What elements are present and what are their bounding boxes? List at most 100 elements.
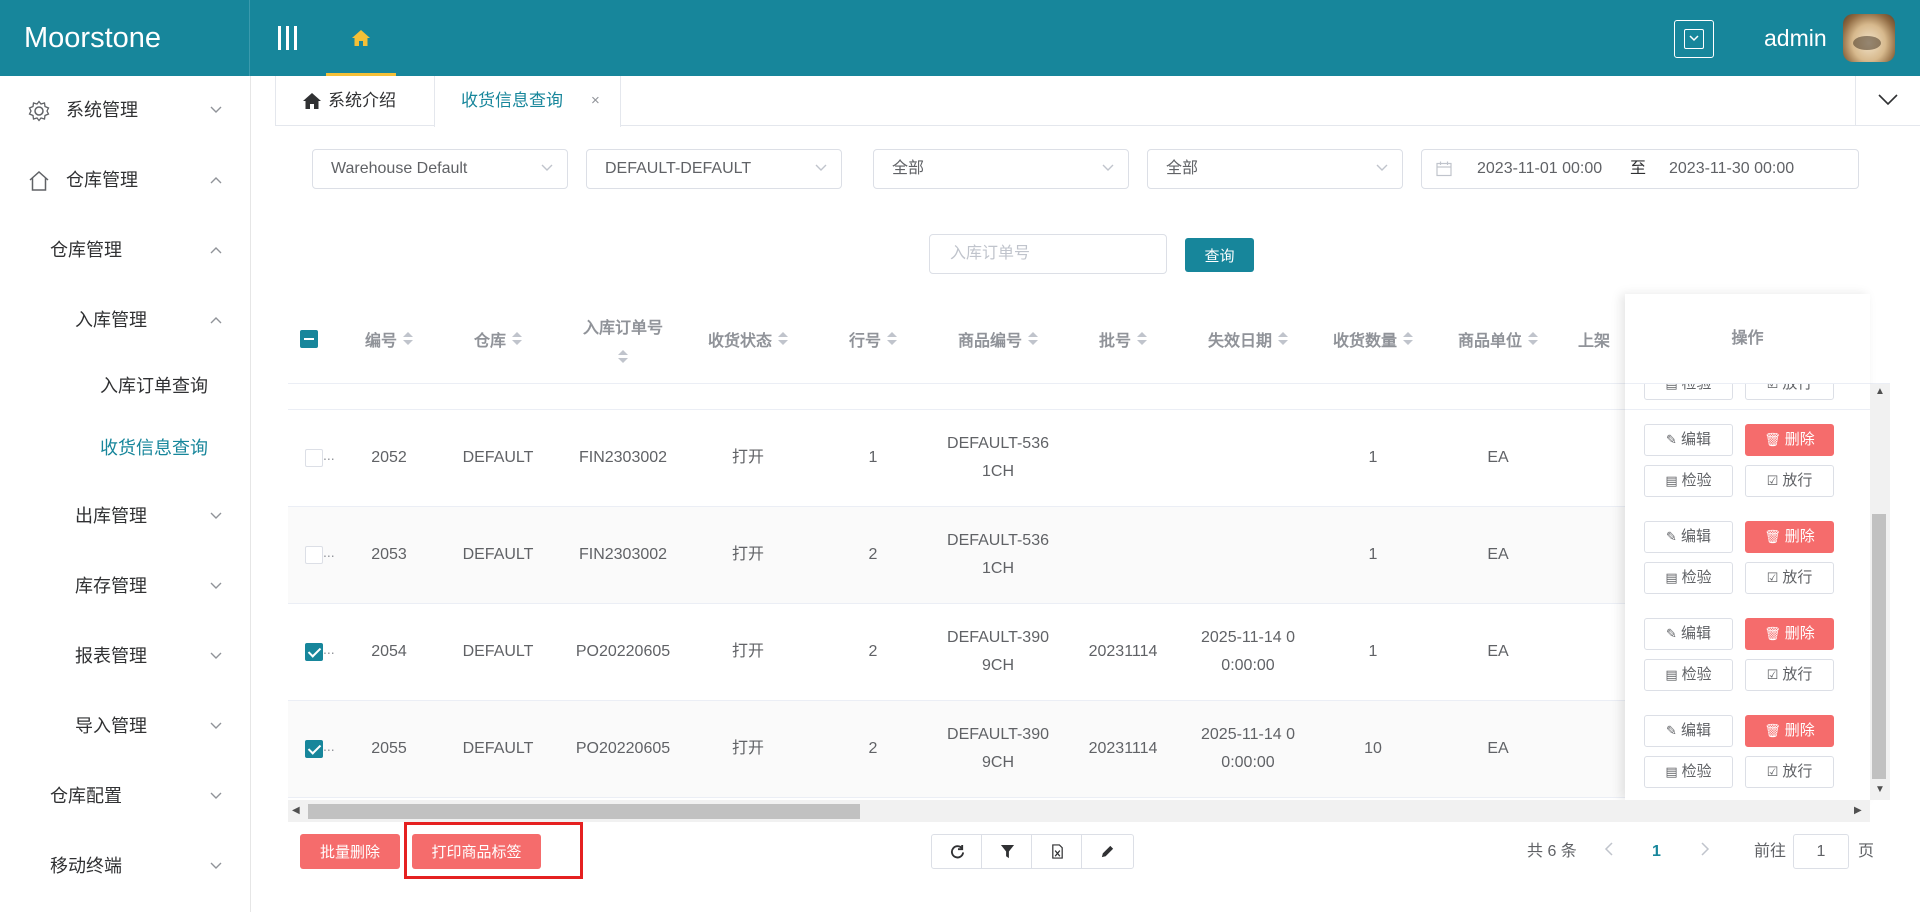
- sort-icon[interactable]: [618, 350, 628, 364]
- col-header-line[interactable]: 行号: [810, 294, 936, 384]
- col-header-unit[interactable]: 商品单位: [1436, 294, 1560, 384]
- scroll-left-icon[interactable]: ◀: [292, 805, 300, 816]
- cell-unit: EA: [1487, 643, 1509, 660]
- edit-columns-button[interactable]: [1082, 835, 1132, 868]
- truncated-text: ...: [323, 641, 335, 657]
- sidebar-item-mobile[interactable]: 移动终端: [0, 846, 250, 886]
- date-range-picker[interactable]: 2023-11-01 00:00 至 2023-11-30 00:00: [1421, 149, 1859, 189]
- user-avatar[interactable]: [1843, 14, 1895, 62]
- delete-button[interactable]: 🗑 删除: [1745, 521, 1834, 553]
- edit-button[interactable]: ✎ 编辑: [1644, 715, 1733, 747]
- row-checkbox[interactable]: [305, 740, 323, 758]
- sort-icon[interactable]: [778, 332, 788, 346]
- close-icon[interactable]: ×: [591, 76, 600, 126]
- col-header-ops: 操作: [1625, 294, 1870, 384]
- edit-button[interactable]: ✎ 编辑: [1644, 521, 1733, 553]
- sku-line: DEFAULT-536: [947, 532, 1049, 549]
- sidebar-toggle-icon[interactable]: [276, 24, 300, 52]
- sort-icon[interactable]: [1528, 332, 1538, 346]
- col-header-qty[interactable]: 收货数量: [1310, 294, 1436, 384]
- col-header-warehouse[interactable]: 仓库: [436, 294, 560, 384]
- dropdown-toggle-button[interactable]: [1674, 20, 1714, 58]
- inspect-button[interactable]: ▤检验: [1644, 384, 1733, 400]
- col-header-expiry[interactable]: 失效日期: [1186, 294, 1310, 384]
- header-label: 仓库: [473, 333, 506, 350]
- scrollbar-thumb[interactable]: [308, 804, 860, 819]
- scroll-down-icon[interactable]: ▼: [1875, 784, 1885, 795]
- query-button[interactable]: 查询: [1185, 238, 1254, 272]
- row-checkbox[interactable]: [305, 449, 323, 467]
- date-end[interactable]: 2023-11-30 00:00: [1669, 150, 1794, 188]
- brand-logo[interactable]: Moorstone: [0, 0, 250, 76]
- sidebar-item-reports[interactable]: 报表管理: [0, 636, 250, 676]
- sort-icon[interactable]: [1137, 332, 1147, 346]
- inspect-button[interactable]: ▤检验: [1644, 756, 1733, 788]
- tab-receipt-query[interactable]: 收货信息查询 ×: [434, 76, 621, 127]
- release-button[interactable]: ☑放行: [1745, 562, 1834, 594]
- bulk-delete-button[interactable]: 批量删除: [300, 834, 400, 869]
- next-page-icon[interactable]: [1700, 834, 1710, 869]
- sidebar-item-warehouse-sub[interactable]: 仓库管理: [0, 230, 250, 270]
- row-checkbox[interactable]: [305, 546, 323, 564]
- owner-select[interactable]: DEFAULT-DEFAULT: [586, 149, 842, 189]
- sidebar-item-inbound[interactable]: 入库管理: [0, 300, 250, 340]
- prev-page-icon[interactable]: [1604, 834, 1614, 869]
- page-number-current[interactable]: 1: [1652, 834, 1661, 869]
- refresh-button[interactable]: [932, 835, 982, 868]
- scrollbar-thumb[interactable]: [1872, 514, 1886, 779]
- col-header-sku[interactable]: 商品编号: [936, 294, 1060, 384]
- sidebar-item-warehouse-config[interactable]: 仓库配置: [0, 776, 250, 816]
- sort-icon[interactable]: [887, 332, 897, 346]
- sidebar-item-system[interactable]: 系统管理: [0, 90, 250, 130]
- sidebar-item-outbound[interactable]: 出库管理: [0, 496, 250, 536]
- delete-button[interactable]: 🗑 删除: [1745, 424, 1834, 456]
- status-select-2[interactable]: 全部: [1147, 149, 1403, 189]
- inspect-button[interactable]: ▤检验: [1644, 465, 1733, 497]
- release-button[interactable]: ☑放行: [1745, 384, 1834, 400]
- select-all-checkbox[interactable]: [300, 330, 318, 348]
- release-button[interactable]: ☑放行: [1745, 465, 1834, 497]
- btn-label: 检验: [1681, 569, 1712, 586]
- delete-button[interactable]: 🗑 删除: [1745, 715, 1834, 747]
- sidebar-item-inbound-order-query[interactable]: 入库订单查询: [0, 366, 250, 406]
- scroll-up-icon[interactable]: ▲: [1875, 386, 1885, 397]
- username[interactable]: admin: [1764, 0, 1827, 76]
- export-excel-button[interactable]: [1032, 835, 1082, 868]
- home-nav-button[interactable]: [326, 0, 396, 76]
- sidebar-item-inventory[interactable]: 库存管理: [0, 566, 250, 606]
- sidebar-item-receipt-query[interactable]: 收货信息查询: [0, 428, 250, 468]
- edit-button[interactable]: ✎ 编辑: [1644, 618, 1733, 650]
- horizontal-scrollbar[interactable]: ◀ ▶: [288, 800, 1870, 822]
- goto-page-input[interactable]: [1793, 834, 1849, 869]
- sort-icon[interactable]: [1028, 332, 1038, 346]
- edit-icon: [1101, 845, 1114, 858]
- col-header-batch[interactable]: 批号: [1060, 294, 1186, 384]
- col-header-status[interactable]: 收货状态: [686, 294, 810, 384]
- status-select-1[interactable]: 全部: [873, 149, 1129, 189]
- vertical-scrollbar[interactable]: ▲ ▼: [1870, 384, 1890, 800]
- sidebar-item-warehouse[interactable]: 仓库管理: [0, 160, 250, 200]
- delete-button[interactable]: 🗑 删除: [1745, 618, 1834, 650]
- inspect-button[interactable]: ▤检验: [1644, 659, 1733, 691]
- col-header-shelf[interactable]: 上架: [1560, 294, 1620, 384]
- sort-icon[interactable]: [1403, 332, 1413, 346]
- row-checkbox[interactable]: [305, 643, 323, 661]
- release-button[interactable]: ☑放行: [1745, 659, 1834, 691]
- warehouse-select[interactable]: Warehouse Default: [312, 149, 568, 189]
- scroll-right-icon[interactable]: ▶: [1854, 805, 1862, 816]
- trash-icon: 🗑: [1764, 432, 1781, 447]
- date-start[interactable]: 2023-11-01 00:00: [1477, 150, 1602, 188]
- edit-button[interactable]: ✎ 编辑: [1644, 424, 1733, 456]
- filter-button[interactable]: [982, 835, 1032, 868]
- col-header-order-no[interactable]: 入库订单号: [560, 294, 686, 384]
- inbound-order-input[interactable]: [929, 234, 1167, 274]
- sidebar-item-import[interactable]: 导入管理: [0, 706, 250, 746]
- col-header-id[interactable]: 编号: [342, 294, 436, 384]
- sort-icon[interactable]: [403, 332, 413, 346]
- sort-icon[interactable]: [1278, 332, 1288, 346]
- inspect-button[interactable]: ▤检验: [1644, 562, 1733, 594]
- sort-icon[interactable]: [512, 332, 522, 346]
- tab-system-intro[interactable]: 系统介绍: [275, 76, 435, 126]
- release-button[interactable]: ☑放行: [1745, 756, 1834, 788]
- tabs-menu-button[interactable]: [1855, 76, 1920, 126]
